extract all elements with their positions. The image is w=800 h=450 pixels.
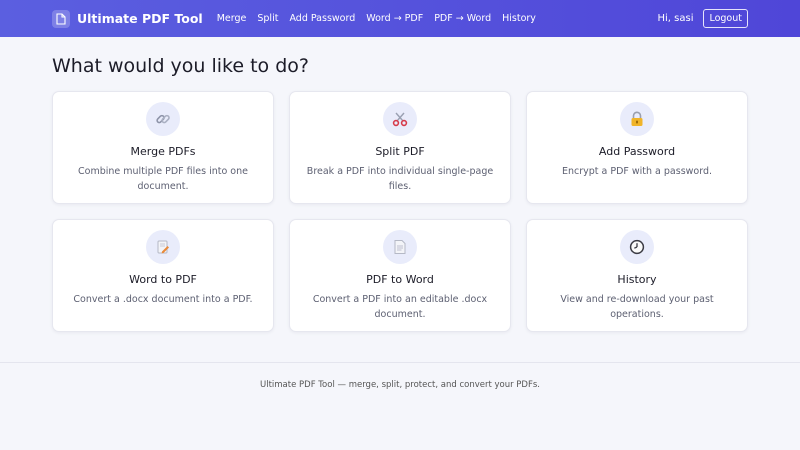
card-title: Add Password [598,145,676,158]
card-word-to-pdf[interactable]: Word to PDF Convert a .docx document int… [52,219,274,332]
card-add-password[interactable]: Add Password Encrypt a PDF with a passwo… [526,91,748,204]
card-title: Word to PDF [129,273,197,286]
lock-icon [620,102,654,136]
nav-user-area: Hi, sasi Logout [657,9,748,28]
page-title: What would you like to do? [52,55,309,77]
top-navbar: Ultimate PDF Tool Merge Split Add Passwo… [0,0,800,37]
link-icon [146,102,180,136]
nav-link-merge[interactable]: Merge [217,13,247,24]
user-greeting: Hi, sasi [657,13,694,24]
nav-link-pdf-to-word[interactable]: PDF → Word [434,13,491,24]
page-footer: Ultimate PDF Tool — merge, split, protec… [0,362,800,450]
pencil-document-icon [146,230,180,264]
card-description: Convert a PDF into an editable .docx doc… [312,294,488,320]
card-title: History [617,273,657,286]
card-description: Encrypt a PDF with a password. [561,166,713,177]
nav-link-word-to-pdf[interactable]: Word → PDF [366,13,423,24]
card-pdf-to-word[interactable]: PDF to Word Convert a PDF into an editab… [289,219,511,332]
card-description: Break a PDF into individual single-page … [306,166,494,192]
card-description: Convert a .docx document into a PDF. [73,294,253,305]
scissors-icon [383,102,417,136]
footer-text: Ultimate PDF Tool — merge, split, protec… [260,380,540,390]
card-description: View and re-download your past operation… [560,294,714,320]
action-grid: Merge PDFs Combine multiple PDF files in… [52,91,748,332]
document-icon [52,9,70,28]
nav-link-history[interactable]: History [502,13,536,24]
nav-links: Merge Split Add Password Word → PDF PDF … [217,13,536,24]
nav-link-add-password[interactable]: Add Password [289,13,355,24]
document-icon [383,230,417,264]
card-title: Merge PDFs [130,145,196,158]
card-history[interactable]: History View and re-download your past o… [526,219,748,332]
brand[interactable]: Ultimate PDF Tool [52,9,203,28]
brand-name: Ultimate PDF Tool [77,11,203,26]
card-merge-pdfs[interactable]: Merge PDFs Combine multiple PDF files in… [52,91,274,204]
card-title: PDF to Word [366,273,434,286]
card-split-pdf[interactable]: Split PDF Break a PDF into individual si… [289,91,511,204]
logout-button[interactable]: Logout [703,9,748,28]
nav-link-split[interactable]: Split [257,13,278,24]
card-description: Combine multiple PDF files into one docu… [78,166,248,192]
clock-icon [620,230,654,264]
main-content: What would you like to do? Merge PDFs Co… [0,55,800,332]
card-title: Split PDF [375,145,425,158]
